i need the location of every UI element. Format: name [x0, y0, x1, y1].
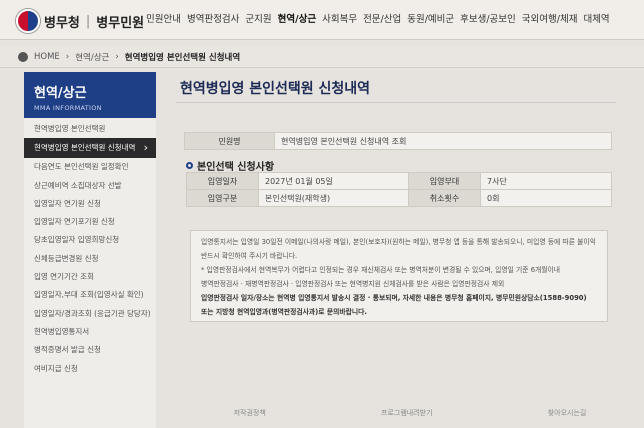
sidebar-menu: 현역병입영 본인선택원 현역병입영 본인선택원 신청내역 다음연도 본인선택원 …	[24, 118, 156, 378]
bullet-icon	[186, 162, 193, 169]
logo-name: 병무청	[44, 15, 80, 31]
sidebar-title: 현역/상근	[34, 86, 87, 101]
sidebar-item-active[interactable]: 현역병입영 본인선택원 신청내역	[24, 138, 156, 159]
nav-item-active-duty[interactable]: 현역/상근	[278, 11, 316, 25]
notice-line: 병역판정검사 · 재병역판정검사 · 입영판정검사 또는 현역병지원 신체검사를…	[201, 280, 505, 288]
enlist-type-label: 입영구분	[186, 189, 259, 207]
nav-item-reserve[interactable]: 동원/예비군	[407, 11, 454, 25]
nav-item-social[interactable]: 사회복무	[322, 11, 357, 25]
cancel-count-value: 0회	[480, 189, 612, 207]
enlist-type-value: 본인선택원(재학생)	[258, 189, 409, 207]
nav-item-candidate[interactable]: 후보생/공보인	[460, 11, 516, 25]
enlist-date-value: 2027년 01월 05일	[258, 172, 409, 190]
title-divider	[176, 102, 616, 103]
sidebar-item[interactable]: 입영일자,부대 조회(입영사실 확인)	[24, 286, 156, 304]
sidebar-item[interactable]: 입영일자/경과조회 (응급기관 당당자)	[24, 305, 156, 323]
breadcrumb: HOME › 현역/상근 › 현역병입영 본인선택원 신청내역	[0, 46, 644, 68]
sidebar-item[interactable]: 병적증명서 발급 신청	[24, 341, 156, 359]
sidebar-item[interactable]: 입영일자 연기포기원 신청	[24, 213, 156, 231]
applicant-table: 민원명 현역병입영 본인선택원 신청내역 조회	[184, 132, 612, 150]
notice-line: 입영통지서는 입영일 30일전 이메일(나의사랑 메일), 본인(보호자)(원하…	[201, 238, 597, 246]
notice-line: 반드시 확인하여 주시기 바랍니다.	[201, 252, 298, 260]
cancel-count-label: 취소횟수	[408, 189, 481, 207]
breadcrumb-current: 현역병입영 본인선택원 신청내역	[124, 52, 241, 63]
nav-item-military[interactable]: 군지원	[245, 11, 271, 25]
footer-link-copyright[interactable]: 저작권정책	[234, 408, 266, 418]
home-icon	[18, 51, 28, 62]
nav-item-alternative[interactable]: 대체역	[583, 11, 609, 25]
global-nav: 민원안내 병역판정검사 군지원 현역/상근 사회복무 전문/산업 동원/예비군 …	[146, 11, 610, 25]
nav-item-civil[interactable]: 민원안내	[146, 11, 181, 25]
sidebar-item[interactable]: 현역병입영통지서	[24, 323, 156, 341]
enlist-date-label: 입영일자	[186, 172, 259, 190]
sidebar-subtitle: MMA INFORMATION	[34, 104, 102, 112]
sidebar-item[interactable]: 신체등급변경원 신청	[24, 250, 156, 268]
page-title: 현역병입영 본인선택원 신청내역	[180, 81, 371, 97]
selection-table: 입영일자 2027년 01월 05일 입영부대 7사단 입영구분 본인선택원(재…	[186, 172, 612, 207]
logo-separator: |	[85, 13, 91, 29]
emblem-icon	[16, 9, 40, 33]
footer-link-download[interactable]: 프로그램내려받기	[381, 408, 433, 418]
site-logo[interactable]: 병무청 | 병무민원	[16, 9, 144, 33]
section-heading: 본인선택 신청사항	[186, 158, 274, 173]
nav-item-exam[interactable]: 병역판정검사	[187, 11, 239, 25]
logo-service: 병무민원	[96, 15, 145, 31]
sidebar-header: 현역/상근 MMA INFORMATION	[24, 72, 156, 118]
section-title: 본인선택 신청사항	[197, 162, 275, 173]
notice-line-bold: 입영판정검사 일자/장소는 현역병 입영통지서 발송시 결정 · 통보되며, 자…	[201, 294, 587, 302]
sidebar-item[interactable]: 여비지급 신청	[24, 360, 156, 378]
main-content: 현역병입영 본인선택원 신청내역 민원명 현역병입영 본인선택원 신청내역 조회…	[176, 72, 644, 428]
applicant-label: 민원명	[184, 132, 275, 150]
nav-item-industry[interactable]: 전문/산업	[363, 11, 401, 25]
sidebar-item[interactable]: 상근예비역 소집대상자 선발	[24, 177, 156, 195]
sidebar: 현역/상근 MMA INFORMATION 현역병입영 본인선택원 현역병입영 …	[24, 72, 156, 428]
sidebar-item[interactable]: 당초입영일자 입영희망신청	[24, 231, 156, 249]
enlist-unit-label: 입영부대	[408, 172, 481, 190]
sidebar-item[interactable]: 입영 연기기간 조회	[24, 268, 156, 286]
breadcrumb-level1[interactable]: 현역/상근	[75, 51, 109, 63]
nav-item-overseas[interactable]: 국외여행/체재	[522, 11, 578, 25]
notice-line-bold: 또는 지방청 현역입영과(병역판정검사과)로 문의바랍니다.	[201, 308, 367, 316]
notice-box: 입영통지서는 입영일 30일전 이메일(나의사랑 메일), 본인(보호자)(원하…	[190, 230, 608, 322]
breadcrumb-sep-icon: ›	[115, 51, 119, 62]
notice-line: * 입영판정검사에서 현역복무가 어렵다고 인정되는 경우 재신체검사 또는 병…	[201, 266, 561, 274]
sidebar-item[interactable]: 현역병입영 본인선택원	[24, 120, 156, 138]
sidebar-item[interactable]: 다음연도 본인선택원 일정확인	[24, 158, 156, 176]
site-header: 병무청 | 병무민원 민원안내 병역판정검사 군지원 현역/상근 사회복무 전문…	[0, 0, 644, 40]
breadcrumb-home[interactable]: HOME	[34, 52, 60, 62]
footer-links: 저작권정책 프로그램내려받기 찾아오시는길	[176, 408, 644, 418]
footer-link-directions[interactable]: 찾아오시는길	[548, 408, 587, 418]
sidebar-item[interactable]: 입영일자 연기원 신청	[24, 195, 156, 213]
enlist-unit-value: 7사단	[480, 172, 612, 190]
applicant-value: 현역병입영 본인선택원 신청내역 조회	[274, 132, 612, 150]
breadcrumb-sep-icon: ›	[65, 51, 70, 62]
